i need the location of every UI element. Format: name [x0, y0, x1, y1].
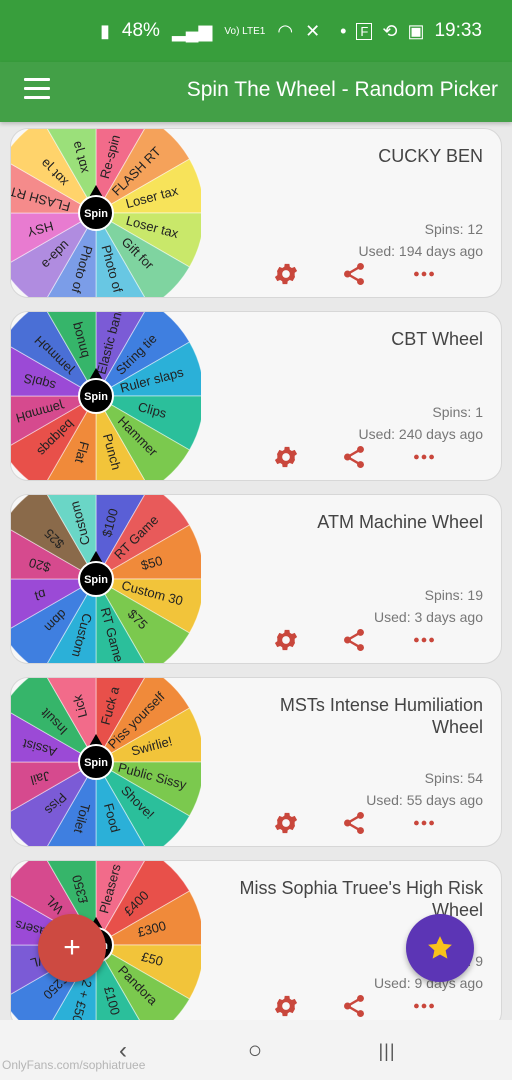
- more-options-icon[interactable]: [409, 991, 439, 1020]
- wheel-title: CUCKY BEN: [378, 146, 483, 166]
- wheel-used: Used: 55 days ago: [366, 792, 483, 808]
- share-icon[interactable]: [339, 442, 369, 472]
- settings-gear-icon[interactable]: [271, 808, 301, 838]
- wheel-card[interactable]: $100 RT Game $50 Custom 30 $75 RT Game Custom d…: [10, 494, 502, 664]
- more-options-icon[interactable]: [409, 808, 439, 838]
- spin-label: Spin: [84, 757, 108, 769]
- wheel-spins: Spins: 54: [424, 770, 483, 786]
- status-bar: ▮ 48% ▂▄▆ Vo) LTE1 ◠ ✕ • F ⟲ ▣ 19:33: [0, 0, 512, 62]
- app-bar: Spin The Wheel - Random Picker: [0, 62, 512, 122]
- wheel-thumbnail[interactable]: Elastic band String tie Ruler slaps Clips Ha…: [11, 312, 201, 480]
- wheel-graphic: $100RT Game$50Custom 30$75RT GameCustomd…: [11, 495, 201, 663]
- share-icon[interactable]: [339, 625, 369, 655]
- spin-label: Spin: [84, 208, 108, 220]
- app-title: Spin The Wheel - Random Picker: [186, 78, 498, 101]
- plus-icon: +: [63, 931, 81, 964]
- wheel-spins: Spins: 19: [424, 587, 483, 603]
- share-icon[interactable]: [339, 259, 369, 289]
- wheel-thumbnail[interactable]: Fuck a Piss yourself Swirlie! Public Sissy S…: [11, 678, 201, 846]
- more-options-icon[interactable]: [409, 442, 439, 472]
- settings-gear-icon[interactable]: [271, 991, 301, 1020]
- spin-label: Spin: [84, 574, 108, 586]
- settings-gear-icon[interactable]: [271, 442, 301, 472]
- add-wheel-button[interactable]: +: [38, 914, 106, 982]
- wheel-title: ATM Machine Wheel: [317, 512, 483, 532]
- battery-level: 48%: [121, 20, 160, 41]
- wheel-card[interactable]: Re-spin FLASH RT Loser tax Loser tax Gift fo…: [10, 128, 502, 298]
- wheel-graphic: Fuck aPiss yourselfSwirlie!Public SissyS…: [11, 678, 201, 846]
- recents-nav-icon[interactable]: |||: [372, 1036, 402, 1066]
- battery-icon: ▮: [100, 21, 110, 41]
- signal-icon: ▂▄▆: [171, 21, 213, 41]
- wheel-title: CBT Wheel: [391, 329, 483, 349]
- wifi-icon: ◠: [277, 21, 294, 41]
- watermark: OnlyFans.com/sophiatruee: [2, 1058, 146, 1072]
- wheel-thumbnail[interactable]: $100 RT Game $50 Custom 30 $75 RT Game Custom d…: [11, 495, 201, 663]
- wheel-graphic: Re-spinFLASH RTLoser taxLoser taxGift fo…: [11, 129, 201, 297]
- dot-icon: •: [340, 21, 347, 41]
- wheel-spins: Spins: 12: [424, 221, 483, 237]
- star-icon: [428, 936, 452, 959]
- home-nav-icon[interactable]: ○: [240, 1036, 270, 1066]
- more-options-icon[interactable]: [409, 259, 439, 289]
- notification-f-icon: F: [356, 22, 373, 40]
- wheel-used: Used: 194 days ago: [358, 243, 483, 259]
- mute-icon: ✕: [305, 21, 321, 41]
- gallery-icon: ▣: [407, 21, 425, 41]
- wheel-spins: Spins: 1: [432, 404, 483, 420]
- favorite-button[interactable]: [406, 914, 474, 982]
- wheel-thumbnail[interactable]: Re-spin FLASH RT Loser tax Loser tax Gift fo…: [11, 129, 201, 297]
- wheel-card[interactable]: Elastic band String tie Ruler slaps Clips Ha…: [10, 311, 502, 481]
- status-time: 19:33: [434, 20, 482, 41]
- wheel-title: MSTs Intense Humiliation Wheel: [279, 695, 483, 737]
- wheel-card[interactable]: Fuck a Piss yourself Swirlie! Public Sissy S…: [10, 677, 502, 847]
- wheel-used: Used: 240 days ago: [358, 426, 483, 442]
- wheel-list: Re-spin FLASH RT Loser tax Loser tax Gift fo…: [0, 122, 512, 1020]
- settings-gear-icon[interactable]: [271, 259, 301, 289]
- sync-icon: ⟲: [382, 21, 398, 41]
- share-icon[interactable]: [339, 808, 369, 838]
- wheel-graphic: Elastic bandString tieRuler slapsClipsHa…: [11, 312, 201, 480]
- network-label: Vo) LTE1: [224, 25, 266, 37]
- settings-gear-icon[interactable]: [271, 625, 301, 655]
- more-options-icon[interactable]: [409, 625, 439, 655]
- share-icon[interactable]: [339, 991, 369, 1020]
- wheel-used: Used: 3 days ago: [374, 609, 483, 625]
- spin-label: Spin: [84, 391, 108, 403]
- menu-icon[interactable]: [24, 78, 50, 100]
